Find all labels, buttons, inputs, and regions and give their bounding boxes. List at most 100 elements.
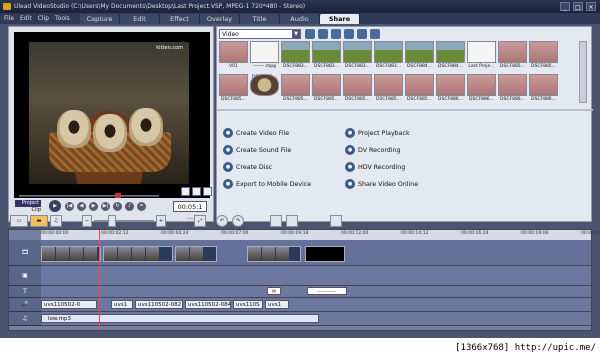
video-clip[interactable] (41, 246, 101, 262)
title-clip[interactable]: M (267, 287, 281, 295)
enlarge-icon[interactable] (203, 187, 212, 196)
overlay-clip[interactable]: uvs1 (265, 300, 289, 309)
library-thumbnail[interactable]: DSCF885... (250, 74, 279, 105)
library-thumbnail[interactable]: Last Proje... (467, 41, 496, 72)
library-thumbnail[interactable]: DSCF885... (498, 41, 527, 72)
share-option[interactable]: ● HDV Recording (345, 161, 485, 173)
chevron-down-icon[interactable]: ▼ (292, 30, 300, 38)
scrubber-thumb[interactable] (115, 193, 121, 198)
library-thumbnail[interactable]: DSCF883... (374, 41, 403, 72)
smart-proxy-icon[interactable] (270, 215, 282, 227)
library-scrollbar[interactable] (579, 41, 587, 103)
share-option[interactable]: ● DV Recording (345, 144, 485, 156)
library-thumbnail[interactable]: -------.mpg (250, 41, 279, 72)
end-button[interactable]: ▶| (101, 202, 110, 211)
video-clip[interactable] (103, 246, 173, 262)
mark-out-icon[interactable] (192, 187, 201, 196)
library-thumbnail[interactable]: DSCF885... (343, 74, 372, 105)
video-clip[interactable] (305, 246, 345, 262)
minimize-button[interactable]: _ (560, 2, 570, 11)
zoom-thumb[interactable] (108, 215, 116, 227)
library-category-select[interactable]: Video ▼ (219, 29, 301, 39)
sort-icon[interactable] (344, 29, 354, 39)
play-button[interactable]: ▶ (49, 200, 61, 212)
share-option[interactable]: ● Share Video Online (345, 178, 485, 190)
library-thumbnail[interactable]: DSCF886... (467, 74, 496, 105)
timeline-ruler[interactable]: 00:00:00:00 00:00:02:12 00:00:04:24 00:00:0… (41, 230, 600, 240)
overlay-track[interactable] (41, 266, 591, 286)
menu-edit[interactable]: Edit (20, 13, 32, 24)
library-thumbnail[interactable]: DSCF884... (436, 41, 465, 72)
tab-audio[interactable]: Audio (280, 14, 320, 24)
mark-in-icon[interactable] (181, 187, 190, 196)
music-track[interactable]: low.mp3 (41, 312, 591, 326)
timecode-display[interactable]: 00:05:1 ... (173, 201, 207, 221)
tab-effect[interactable]: Effect (160, 14, 200, 24)
tab-edit[interactable]: Edit (120, 14, 160, 24)
voice-track-icon[interactable]: 🎤 (9, 298, 41, 312)
library-thumbnail[interactable]: DSCF886... (529, 74, 558, 105)
library-thumbnail[interactable]: DSCF883... (343, 41, 372, 72)
title-track[interactable]: M ------------- (41, 286, 591, 298)
title-track-icon[interactable]: T (9, 286, 41, 298)
previous-frame-button[interactable]: ◀ (77, 202, 86, 211)
library-thumbnail[interactable]: DSCF883... (312, 41, 341, 72)
home-button[interactable]: |◀ (65, 202, 74, 211)
zoom-out-button[interactable]: − (82, 215, 92, 227)
library-thumbnail[interactable]: DSCF885... (529, 41, 558, 72)
expand-icon[interactable] (370, 29, 380, 39)
overlay-clip[interactable]: uvs110S (233, 300, 263, 309)
tab-title[interactable]: Title (240, 14, 280, 24)
library-thumbnail[interactable]: DSCF885... (219, 74, 248, 105)
library-thumbnail[interactable]: DSCF886... (436, 74, 465, 105)
track-manager-icon[interactable] (286, 215, 298, 227)
video-track-icon[interactable]: 🎞 (9, 240, 41, 266)
share-option[interactable]: ● Export to Mobile Device (223, 178, 345, 190)
redo-icon[interactable]: ↷ (232, 215, 244, 227)
overlay-track-icon[interactable]: ▣ (9, 266, 41, 286)
timeline-playhead[interactable] (99, 230, 100, 330)
library-thumbnail[interactable]: DSCF883... (281, 41, 310, 72)
maximize-button[interactable]: □ (573, 2, 583, 11)
crop-button[interactable]: ⌗ (137, 202, 146, 211)
options-icon[interactable] (357, 29, 367, 39)
tab-overlay[interactable]: Overlay (200, 14, 240, 24)
video-track[interactable] (41, 240, 591, 266)
zoom-slider[interactable] (94, 220, 154, 222)
repeat-button[interactable]: ↻ (113, 202, 122, 211)
overlay-clip[interactable]: uvs110502-082 (135, 300, 183, 309)
tab-share[interactable]: Share (320, 14, 360, 24)
storyboard-view-button[interactable]: ▭ (10, 215, 28, 227)
timeline-view-button[interactable]: ▬ (30, 215, 48, 227)
library-thumbnail[interactable]: DSCF885... (312, 74, 341, 105)
project-clip-toggle[interactable]: Project Clip (15, 200, 41, 214)
media-icon[interactable] (331, 29, 341, 39)
title-clip[interactable]: ------------- (307, 287, 347, 295)
folder-icon[interactable] (305, 29, 315, 39)
close-button[interactable]: × (586, 2, 596, 11)
share-option[interactable]: ● Create Disc (223, 161, 345, 173)
video-clip[interactable] (175, 246, 217, 262)
library-thumbnail[interactable]: DSCF884... (405, 41, 434, 72)
overlay-clip[interactable]: uvs110502-084 (185, 300, 231, 309)
chapter-icon[interactable] (330, 215, 342, 227)
share-option[interactable]: ● Project Playback (345, 127, 485, 139)
overlay-clip[interactable]: uvs110502-0 (41, 300, 97, 309)
next-frame-button[interactable]: ▶ (89, 202, 98, 211)
library-thumbnail[interactable]: DSCF885... (374, 74, 403, 105)
clip-label[interactable]: Clip (15, 207, 41, 214)
library-thumbnail[interactable]: DSCF886... (498, 74, 527, 105)
menu-tools[interactable]: Tools (55, 13, 70, 24)
video-clip[interactable] (247, 246, 301, 262)
import-icon[interactable] (318, 29, 328, 39)
zoom-in-button[interactable]: + (156, 215, 166, 227)
menu-clip[interactable]: Clip (38, 13, 49, 24)
undo-icon[interactable]: ↶ (216, 215, 228, 227)
project-label[interactable]: Project (15, 200, 41, 207)
library-thumbnail[interactable]: V01 (219, 41, 248, 72)
fit-project-button[interactable]: ⤢ (194, 215, 206, 227)
music-track-icon[interactable]: ♫ (9, 312, 41, 326)
voice-track[interactable]: uvs110502-0 uvs1 uvs110502-082 uvs110502… (41, 298, 591, 312)
menu-file[interactable]: File (4, 13, 14, 24)
tab-capture[interactable]: Capture (80, 14, 120, 24)
